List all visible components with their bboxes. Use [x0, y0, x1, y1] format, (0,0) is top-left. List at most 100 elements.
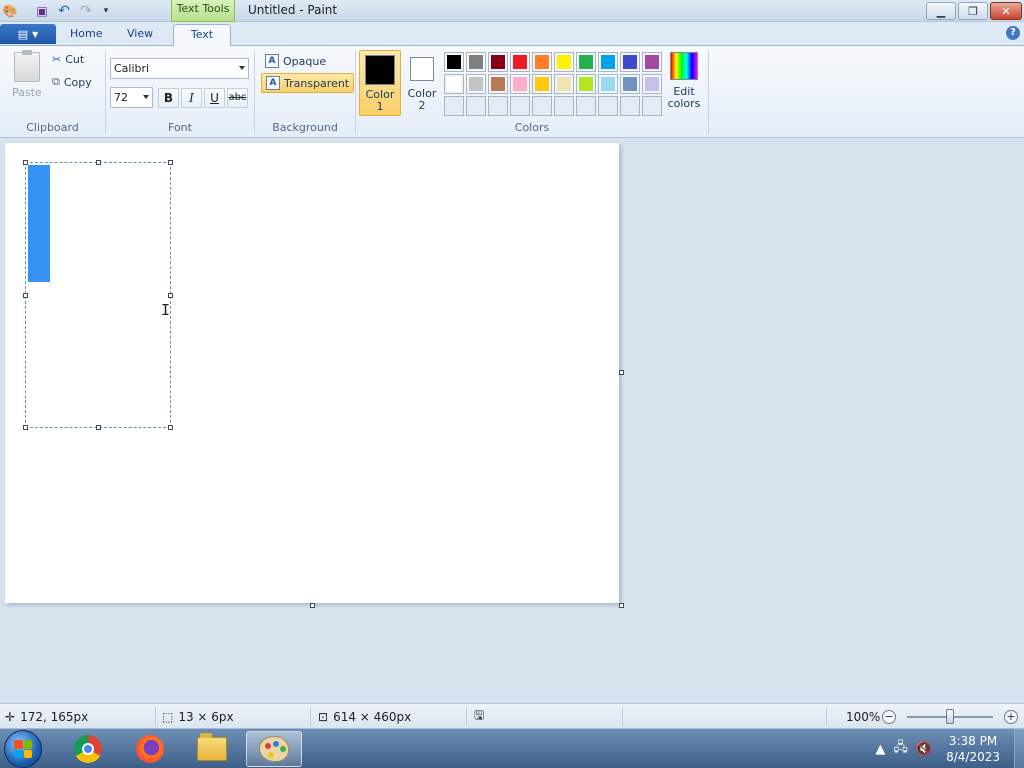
color-palette: [444, 52, 664, 118]
edit-colors-label-2: colors: [667, 97, 701, 110]
palette-custom-slot[interactable]: [488, 96, 508, 116]
resize-handle[interactable]: [168, 293, 173, 298]
palette-custom-slot[interactable]: [642, 96, 662, 116]
network-icon[interactable]: 🖧: [893, 738, 908, 760]
font-size-select[interactable]: 72: [110, 87, 153, 108]
close-button[interactable]: ✕: [990, 2, 1022, 20]
canvas-resize-handle-corner[interactable]: [619, 603, 624, 608]
paste-button[interactable]: Paste: [12, 50, 42, 99]
palette-custom-slot[interactable]: [510, 96, 530, 116]
help-icon[interactable]: ?: [1006, 26, 1020, 40]
copy-icon: ⧉: [52, 75, 60, 88]
palette-color-swatch[interactable]: [642, 52, 662, 72]
palette-custom-slot[interactable]: [598, 96, 618, 116]
palette-color-swatch[interactable]: [488, 52, 508, 72]
palette-color-swatch[interactable]: [576, 52, 596, 72]
opaque-button[interactable]: A Opaque: [261, 51, 330, 71]
volume-muted-icon[interactable]: 🔇: [916, 742, 932, 757]
palette-color-swatch[interactable]: [532, 74, 552, 94]
customize-qat-icon[interactable]: ▾: [98, 3, 114, 19]
group-divider: [708, 50, 709, 134]
palette-custom-slot[interactable]: [466, 96, 486, 116]
start-button[interactable]: [4, 730, 42, 768]
save-icon[interactable]: ▣: [34, 3, 50, 19]
clock-date: 8/4/2023: [946, 750, 1000, 764]
resize-handle[interactable]: [96, 160, 101, 165]
resize-handle[interactable]: [168, 425, 173, 430]
taskbar-paint[interactable]: [246, 731, 302, 767]
palette-color-swatch[interactable]: [620, 52, 640, 72]
color2-button[interactable]: Color 2: [401, 50, 443, 116]
taskbar-firefox[interactable]: [122, 731, 178, 767]
zoom-out-button[interactable]: −: [882, 704, 896, 729]
resize-handle[interactable]: [23, 160, 28, 165]
resize-handle[interactable]: [168, 160, 173, 165]
copy-button[interactable]: ⧉ Copy: [52, 75, 92, 89]
font-family-select[interactable]: Calibri: [110, 58, 249, 79]
palette-color-swatch[interactable]: [554, 74, 574, 94]
palette-custom-slot[interactable]: [620, 96, 640, 116]
italic-button[interactable]: I: [181, 88, 202, 108]
cut-button[interactable]: ✂ Cut: [52, 53, 84, 66]
palette-color-swatch[interactable]: [598, 52, 618, 72]
status-bar: ✛ 172, 165px ⬚ 13 × 6px ⊡ 614 × 460px 🖫 …: [0, 703, 1024, 728]
title-bar: 🎨 ▣ ↶ ↷ ▾ Text Tools Untitled - Paint ▁ …: [0, 0, 1024, 22]
canvas-resize-handle-bottom[interactable]: [310, 603, 315, 608]
copy-label: Copy: [63, 75, 92, 89]
palette-color-swatch[interactable]: [598, 74, 618, 94]
folder-icon: [197, 733, 227, 761]
palette-custom-slot[interactable]: [576, 96, 596, 116]
show-hidden-icons-icon[interactable]: ▲: [875, 742, 885, 757]
palette-color-swatch[interactable]: [576, 74, 596, 94]
paste-label: Paste: [12, 86, 42, 99]
palette-color-swatch[interactable]: [444, 52, 464, 72]
palette-color-swatch[interactable]: [642, 74, 662, 94]
canvas-resize-handle-right[interactable]: [619, 370, 624, 375]
ribbon: Paste ✂ Cut ⧉ Copy Clipboard Calibri 72 …: [0, 46, 1024, 138]
taskbar-file-explorer[interactable]: [184, 731, 240, 767]
color2-swatch: [410, 57, 434, 81]
palette-custom-slot[interactable]: [554, 96, 574, 116]
paste-icon: [13, 50, 40, 82]
bold-button[interactable]: B: [158, 88, 179, 108]
transparent-button[interactable]: A Transparent: [261, 73, 355, 93]
status-divider: [466, 707, 467, 726]
restore-button[interactable]: ❐: [958, 2, 988, 20]
palette-color-swatch[interactable]: [466, 74, 486, 94]
palette-custom-slot[interactable]: [532, 96, 552, 116]
zoom-in-button[interactable]: +: [1004, 704, 1018, 729]
palette-color-swatch[interactable]: [620, 74, 640, 94]
tab-home[interactable]: Home: [58, 24, 114, 46]
text-box[interactable]: [23, 160, 173, 430]
palette-color-swatch[interactable]: [466, 52, 486, 72]
color1-button[interactable]: Color 1: [359, 50, 401, 116]
edit-colors-button[interactable]: Edit colors: [666, 52, 702, 110]
palette-color-swatch[interactable]: [488, 74, 508, 94]
undo-icon[interactable]: ↶: [56, 3, 72, 19]
paint-menu-button[interactable]: ▤ ▼: [0, 24, 56, 44]
paint-app-icon[interactable]: 🎨: [2, 3, 18, 19]
drawing-canvas[interactable]: I: [5, 143, 619, 603]
resize-handle[interactable]: [23, 293, 28, 298]
palette-color-swatch[interactable]: [444, 74, 464, 94]
palette-color-swatch[interactable]: [532, 52, 552, 72]
resize-handle[interactable]: [23, 425, 28, 430]
windows-logo-icon: [14, 740, 32, 758]
palette-custom-slot[interactable]: [444, 96, 464, 116]
show-desktop-button[interactable]: [1014, 729, 1024, 768]
strikethrough-button[interactable]: abc: [227, 88, 248, 108]
clock[interactable]: 3:38 PM 8/4/2023: [946, 733, 1000, 765]
underline-button[interactable]: U: [204, 88, 225, 108]
canvas-size: ⊡ 614 × 460px: [318, 704, 411, 729]
tab-text[interactable]: Text: [173, 24, 231, 47]
palette-color-swatch[interactable]: [554, 52, 574, 72]
resize-handle[interactable]: [96, 425, 101, 430]
palette-color-swatch[interactable]: [510, 52, 530, 72]
redo-icon[interactable]: ↷: [78, 3, 94, 19]
palette-color-swatch[interactable]: [510, 74, 530, 94]
minimize-button[interactable]: ▁: [926, 2, 956, 20]
tab-view[interactable]: View: [115, 24, 165, 46]
scissors-icon: ✂: [52, 53, 62, 66]
taskbar-chrome[interactable]: [60, 731, 116, 767]
zoom-slider-thumb[interactable]: [946, 709, 954, 724]
